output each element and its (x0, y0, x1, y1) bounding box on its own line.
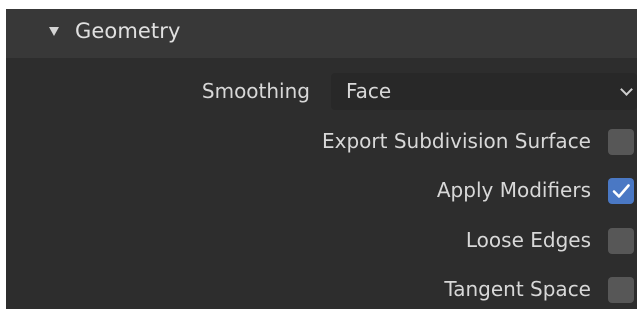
option-label-loose-edges: Loose Edges (465, 228, 591, 252)
apply-modifiers-checkbox[interactable] (608, 178, 634, 204)
option-label-apply-modifiers: Apply Modifiers (436, 178, 591, 202)
loose-edges-checkbox[interactable] (608, 228, 634, 254)
export-subdivision-surface-checkbox[interactable] (608, 129, 634, 155)
smoothing-dropdown[interactable]: Face (331, 73, 637, 110)
geometry-panel-header[interactable]: Geometry (6, 9, 637, 58)
smoothing-label: Smoothing (201, 79, 310, 103)
option-label-tangent-space: Tangent Space (444, 277, 591, 301)
checkmark-icon (612, 184, 630, 198)
chevron-down-icon (620, 83, 633, 96)
screenshot-frame: Geometry Smoothing Face Export Subdivisi… (0, 0, 637, 313)
panel-title: Geometry (75, 19, 181, 43)
triangle-down-icon[interactable] (49, 27, 59, 36)
smoothing-value: Face (346, 79, 392, 103)
geometry-panel: Geometry Smoothing Face Export Subdivisi… (6, 9, 637, 309)
tangent-space-checkbox[interactable] (608, 277, 634, 303)
option-label-export-subdivision-surface: Export Subdivision Surface (322, 129, 591, 153)
